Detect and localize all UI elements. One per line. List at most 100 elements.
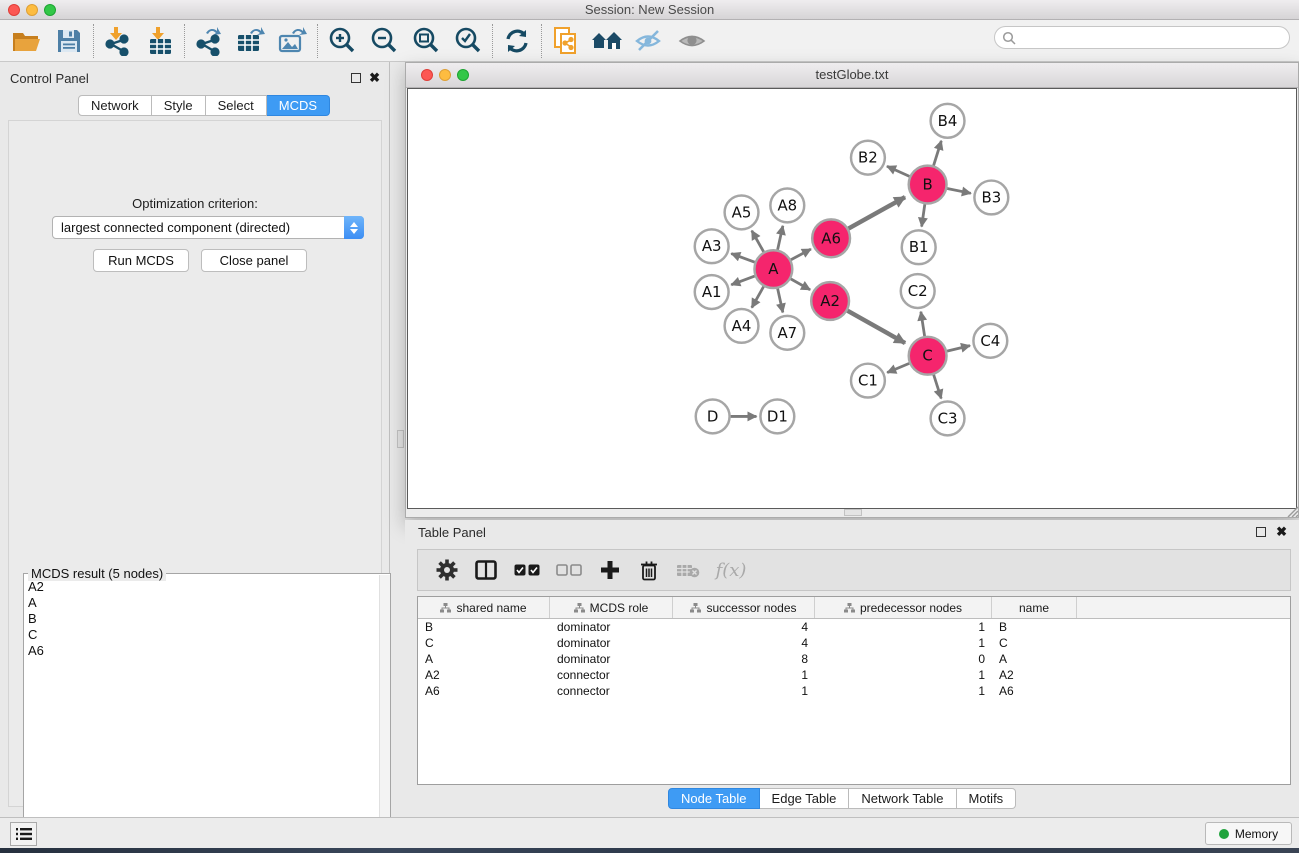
tab-motifs[interactable]: Motifs [957, 788, 1017, 809]
close-panel-icon[interactable]: ✖ [369, 73, 380, 83]
search-field[interactable] [994, 26, 1290, 49]
dropdown-stepper[interactable] [344, 216, 364, 239]
mcds-result-item[interactable]: A2 [28, 579, 379, 595]
edge-C-C2[interactable] [921, 312, 925, 336]
cell-MCDS-role[interactable]: dominator [550, 620, 673, 634]
edge-A-A2[interactable] [791, 279, 810, 290]
cell-name[interactable]: C [992, 636, 1077, 650]
edge-A-A6[interactable] [791, 249, 811, 260]
cell-shared-name[interactable]: A6 [418, 684, 550, 698]
float-panel-icon[interactable] [1256, 527, 1266, 537]
column-header-shared-name[interactable]: shared name [418, 597, 550, 618]
tab-select[interactable]: Select [206, 95, 267, 116]
new-network-from-selection-button[interactable] [545, 23, 587, 59]
cell-MCDS-role[interactable]: connector [550, 684, 673, 698]
edge-A-A1[interactable] [731, 276, 754, 285]
function-builder-button[interactable]: f(x) [708, 552, 754, 588]
table-row[interactable]: Cdominator41C [418, 635, 1290, 651]
cell-successor-nodes[interactable]: 1 [673, 684, 815, 698]
cell-name[interactable]: A6 [992, 684, 1077, 698]
edge-B-B3[interactable] [947, 189, 971, 194]
mcds-list-scrollbar[interactable] [379, 575, 390, 853]
cell-name[interactable]: B [992, 620, 1077, 634]
tab-network-table[interactable]: Network Table [849, 788, 956, 809]
edge-B-B4[interactable] [934, 141, 942, 166]
edge-A2-C[interactable] [847, 311, 905, 343]
edge-C-C4[interactable] [947, 346, 970, 351]
cell-successor-nodes[interactable]: 4 [673, 620, 815, 634]
network-window-titlebar[interactable]: testGlobe.txt [406, 63, 1298, 88]
mcds-result-item[interactable]: A [28, 595, 379, 611]
cell-predecessor-nodes[interactable]: 0 [815, 652, 992, 666]
cell-shared-name[interactable]: A [418, 652, 550, 666]
save-session-button[interactable] [48, 23, 90, 59]
edge-C-C3[interactable] [934, 375, 942, 399]
edge-B-B2[interactable] [887, 166, 910, 176]
tab-network[interactable]: Network [78, 95, 152, 116]
tab-mcds[interactable]: MCDS [267, 95, 330, 116]
cell-MCDS-role[interactable]: dominator [550, 652, 673, 666]
float-panel-icon[interactable] [351, 73, 361, 83]
edge-A-A7[interactable] [778, 289, 783, 313]
show-all-button[interactable] [671, 23, 713, 59]
export-table-button[interactable] [230, 23, 272, 59]
cell-name[interactable]: A2 [992, 668, 1077, 682]
import-network-button[interactable] [97, 23, 139, 59]
zoom-selected-button[interactable] [447, 23, 489, 59]
search-input[interactable] [1020, 29, 1289, 47]
cell-predecessor-nodes[interactable]: 1 [815, 684, 992, 698]
column-header-MCDS-role[interactable]: MCDS role [550, 597, 673, 618]
window-resize-grip[interactable] [1285, 504, 1298, 517]
mcds-result-list[interactable]: A2ABCA6 [24, 575, 379, 853]
tab-node-table[interactable]: Node Table [668, 788, 760, 809]
edge-A-A3[interactable] [731, 254, 754, 263]
cell-predecessor-nodes[interactable]: 1 [815, 620, 992, 634]
horizontal-split-handle[interactable] [844, 509, 862, 516]
cell-MCDS-role[interactable]: connector [550, 668, 673, 682]
network-graph[interactable]: AA1A2A3A4A5A6A7A8BB1B2B3B4CC1C2C3C4DD1 [408, 89, 1296, 508]
first-neighbors-button[interactable] [587, 23, 629, 59]
edge-A6-B[interactable] [848, 197, 905, 228]
import-table-button[interactable] [139, 23, 181, 59]
cell-predecessor-nodes[interactable]: 1 [815, 636, 992, 650]
network-canvas[interactable]: AA1A2A3A4A5A6A7A8BB1B2B3B4CC1C2C3C4DD1 [407, 88, 1297, 509]
close-panel-icon[interactable]: ✖ [1276, 527, 1287, 537]
zoom-fit-button[interactable] [405, 23, 447, 59]
cell-predecessor-nodes[interactable]: 1 [815, 668, 992, 682]
cell-successor-nodes[interactable]: 8 [673, 652, 815, 666]
edge-C-C1[interactable] [887, 363, 909, 372]
edge-B-B1[interactable] [922, 204, 925, 226]
delete-columns-button[interactable] [630, 552, 668, 588]
tab-style[interactable]: Style [152, 95, 206, 116]
table-row[interactable]: Adominator80A [418, 651, 1290, 667]
cell-successor-nodes[interactable]: 4 [673, 636, 815, 650]
cell-successor-nodes[interactable]: 1 [673, 668, 815, 682]
node-table[interactable]: shared nameMCDS rolesuccessor nodesprede… [417, 596, 1291, 785]
edge-A-A4[interactable] [752, 286, 764, 307]
mcds-result-item[interactable]: B [28, 611, 379, 627]
edge-A-A5[interactable] [752, 231, 764, 252]
delete-table-button[interactable] [668, 552, 708, 588]
deselect-all-button[interactable] [548, 552, 590, 588]
tab-edge-table[interactable]: Edge Table [760, 788, 850, 809]
refresh-button[interactable] [496, 23, 538, 59]
cell-shared-name[interactable]: C [418, 636, 550, 650]
table-settings-button[interactable] [428, 552, 466, 588]
zoom-in-button[interactable] [321, 23, 363, 59]
export-image-button[interactable] [272, 23, 314, 59]
create-column-button[interactable] [590, 552, 630, 588]
close-panel-button[interactable]: Close panel [201, 249, 307, 272]
run-mcds-button[interactable]: Run MCDS [93, 249, 189, 272]
open-session-button[interactable] [6, 23, 48, 59]
hide-selected-button[interactable] [629, 23, 671, 59]
task-history-button[interactable] [10, 822, 37, 846]
cell-shared-name[interactable]: B [418, 620, 550, 634]
column-header-successor-nodes[interactable]: successor nodes [673, 597, 815, 618]
memory-button[interactable]: Memory [1205, 822, 1292, 845]
table-row[interactable]: Bdominator41B [418, 619, 1290, 635]
column-header-name[interactable]: name [992, 597, 1077, 618]
vertical-split-handle[interactable] [397, 430, 404, 448]
mcds-result-item[interactable]: C [28, 627, 379, 643]
table-row[interactable]: A2connector11A2 [418, 667, 1290, 683]
zoom-out-button[interactable] [363, 23, 405, 59]
